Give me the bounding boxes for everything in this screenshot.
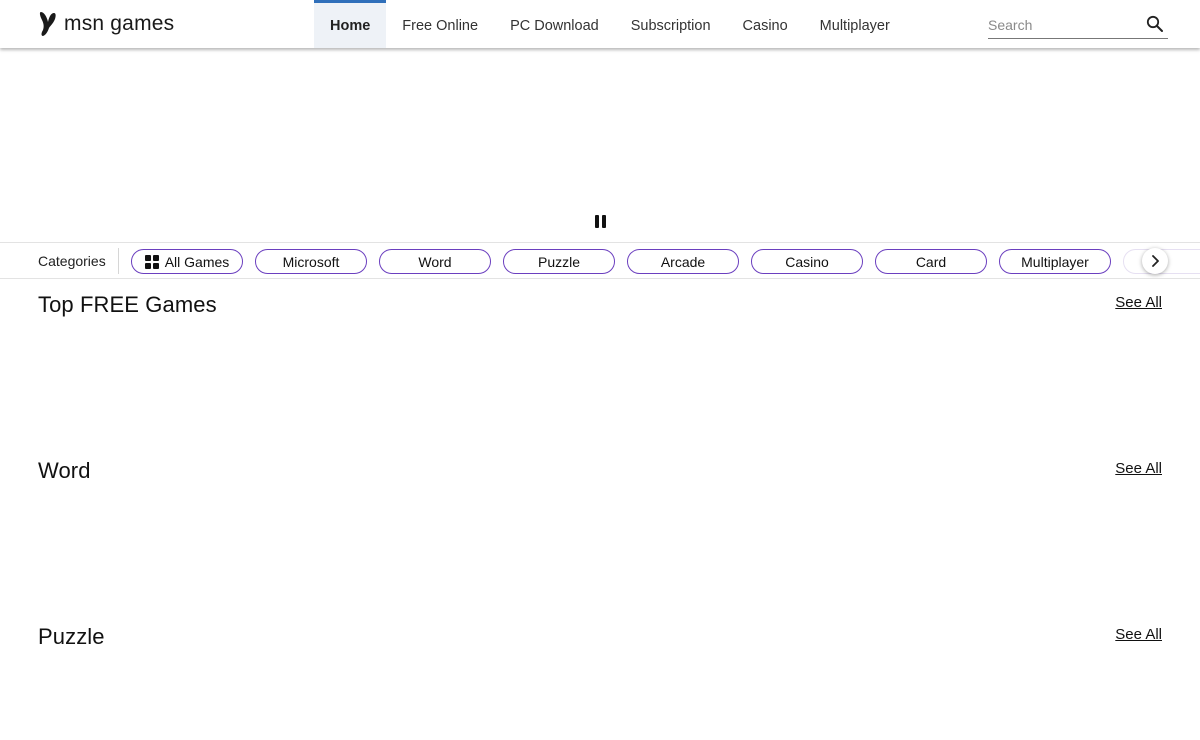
category-chips: All Games Microsoft Word Puzzle Arcade C… [131,249,1200,274]
nav-pc-download[interactable]: PC Download [494,0,615,48]
nav-home[interactable]: Home [314,0,387,48]
see-all-link[interactable]: See All [1115,626,1162,643]
nav-casino[interactable]: Casino [727,0,804,48]
categories-label: Categories [38,253,106,269]
msn-butterfly-icon [39,12,56,36]
search-box [988,12,1168,39]
section-title: Word [38,458,91,483]
search-icon[interactable] [1146,15,1164,33]
section-top-free-games: Top FREE Games See All [38,292,1162,322]
chip-puzzle[interactable]: Puzzle [503,249,615,274]
categories-divider [118,248,119,274]
chip-all-games[interactable]: All Games [131,249,243,274]
logo-text: msn games [64,12,175,35]
hero-carousel [0,48,1200,242]
chevron-right-icon[interactable] [1142,248,1168,274]
chip-multiplayer[interactable]: Multiplayer [999,249,1111,274]
nav-multiplayer[interactable]: Multiplayer [804,0,906,48]
chip-arcade[interactable]: Arcade [627,249,739,274]
section-title: Puzzle [38,624,105,649]
msn-games-logo[interactable]: msn games [38,10,174,38]
section-word: Word See All [38,458,1162,488]
main-nav: Home Free Online PC Download Subscriptio… [314,0,906,48]
categories-bar: Categories All Games Microsoft Word Puzz… [0,242,1200,279]
chip-microsoft[interactable]: Microsoft [255,249,367,274]
see-all-link[interactable]: See All [1115,460,1162,477]
chip-card[interactable]: Card [875,249,987,274]
nav-free-online[interactable]: Free Online [386,0,494,48]
pause-icon[interactable] [592,214,608,230]
see-all-link[interactable]: See All [1115,294,1162,311]
chip-casino[interactable]: Casino [751,249,863,274]
nav-subscription[interactable]: Subscription [615,0,727,48]
search-input[interactable] [988,13,1138,37]
section-title: Top FREE Games [38,292,217,317]
chip-word[interactable]: Word [379,249,491,274]
chip-label: All Games [164,253,230,270]
grid-icon [144,254,159,269]
section-puzzle: Puzzle See All [38,624,1162,654]
top-header: msn games Home Free Online PC Download S… [0,0,1200,48]
